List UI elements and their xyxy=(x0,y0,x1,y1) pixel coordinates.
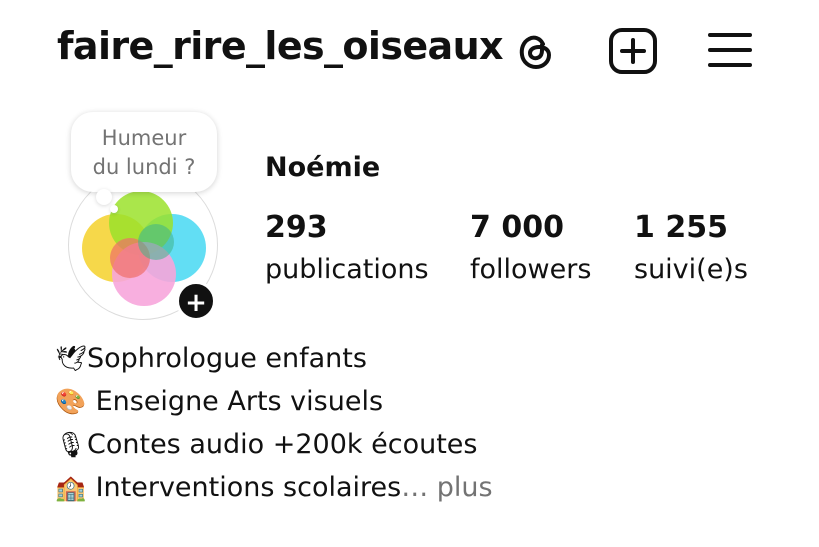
stat-following-label: suivi(e)s xyxy=(634,254,748,285)
palette-icon: 🎨 xyxy=(55,387,87,416)
stat-followers-label: followers xyxy=(470,254,592,285)
note-text-line2: du lundi ? xyxy=(92,155,196,179)
bio-text: Sophrologue enfants xyxy=(87,343,367,374)
display-name: Noémie xyxy=(265,152,381,183)
note-text-line1: Humeur xyxy=(101,126,187,150)
add-story-button[interactable]: + xyxy=(176,281,216,321)
dove-icon: 🕊 xyxy=(55,344,87,373)
note-bubble[interactable]: Humeur du lundi ? xyxy=(71,112,217,192)
bio-more-link[interactable]: … plus xyxy=(401,472,492,503)
profile-username[interactable]: faire_rire_les_oiseaux xyxy=(57,24,504,68)
microphone-icon: 🎙 xyxy=(55,430,87,459)
bio-text: Enseigne Arts visuels xyxy=(87,386,384,417)
menu-icon[interactable] xyxy=(706,27,754,73)
bio-text: Contes audio +200k écoutes xyxy=(87,429,478,460)
stat-following-value: 1 255 xyxy=(634,210,728,245)
note-tail-large xyxy=(96,189,112,205)
stat-following[interactable]: 1 255 suivi(e)s xyxy=(634,208,748,292)
bio-line: 🕊Sophrologue enfants xyxy=(55,337,493,380)
stat-posts[interactable]: 293 publications xyxy=(265,208,429,292)
bio-line: 🎙Contes audio +200k écoutes xyxy=(55,423,493,466)
stat-followers-value: 7 000 xyxy=(470,210,564,245)
school-icon: 🏫 xyxy=(55,473,87,502)
stat-followers[interactable]: 7 000 followers xyxy=(470,208,591,292)
bio-line: 🏫 Interventions scolaires… plus xyxy=(55,466,493,509)
threads-icon[interactable] xyxy=(512,28,558,74)
note-tail-small xyxy=(110,205,118,213)
stat-posts-value: 293 xyxy=(265,210,328,245)
stat-posts-label: publications xyxy=(265,254,429,285)
new-post-icon[interactable] xyxy=(607,26,659,76)
bio-text: Interventions scolaires xyxy=(87,472,402,503)
bio: 🕊Sophrologue enfants 🎨 Enseigne Arts vis… xyxy=(55,337,493,509)
bio-line: 🎨 Enseigne Arts visuels xyxy=(55,380,493,423)
